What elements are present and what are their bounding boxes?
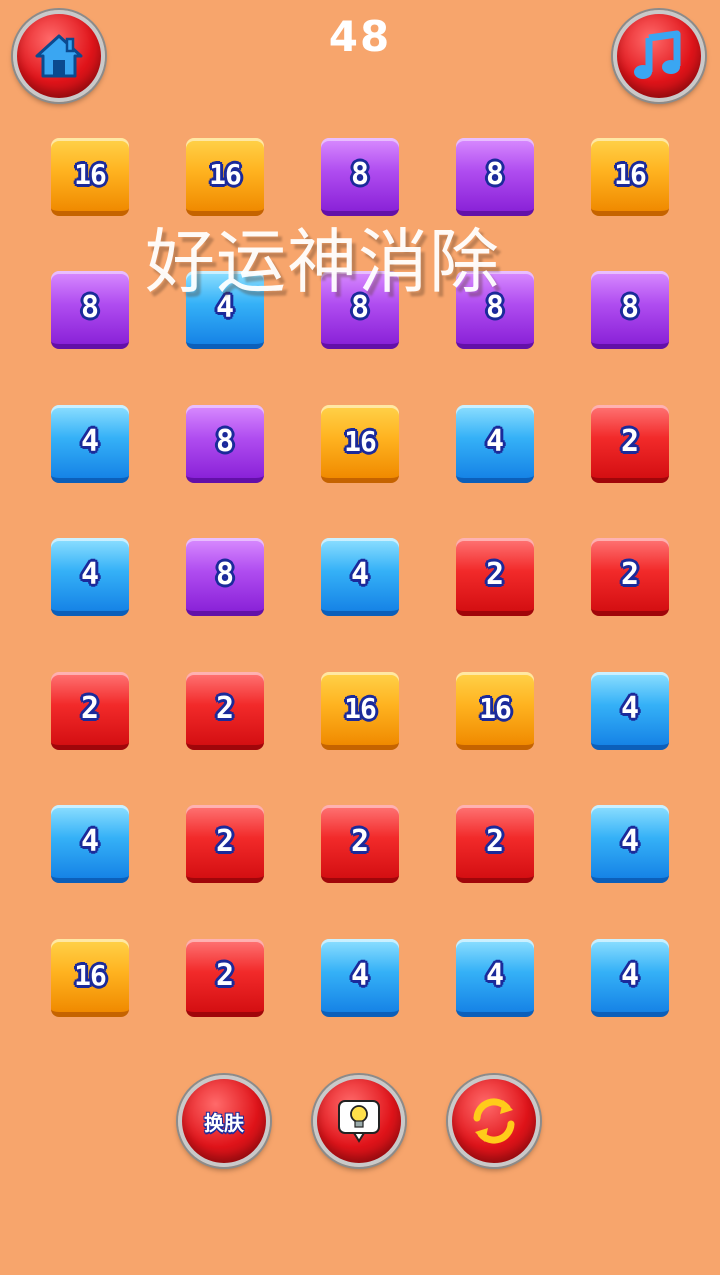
tile-value: 2 <box>485 557 505 592</box>
tile-value: 16 <box>479 692 512 725</box>
tile-2[interactable]: 2 <box>186 672 264 750</box>
tile-2[interactable]: 2 <box>456 538 534 616</box>
tile-16[interactable]: 16 <box>321 405 399 483</box>
tile-value: 2 <box>620 424 640 459</box>
tile-16[interactable]: 16 <box>591 138 669 216</box>
change-skin-label: 换肤 <box>204 1110 244 1135</box>
tile-value: 8 <box>215 424 235 459</box>
tile-2[interactable]: 2 <box>186 805 264 883</box>
tile-value: 4 <box>350 557 370 592</box>
tile-value: 4 <box>485 958 505 993</box>
tile-8[interactable]: 8 <box>456 271 534 349</box>
tile-value: 4 <box>620 958 640 993</box>
tile-value: 8 <box>80 290 100 325</box>
tile-value: 4 <box>620 691 640 726</box>
tile-2[interactable]: 2 <box>186 939 264 1017</box>
tile-value: 8 <box>215 557 235 592</box>
tile-4[interactable]: 4 <box>51 538 129 616</box>
tile-4[interactable]: 4 <box>321 939 399 1017</box>
tile-16[interactable]: 16 <box>456 672 534 750</box>
refresh-button[interactable] <box>448 1075 540 1167</box>
tile-value: 4 <box>215 290 235 325</box>
tile-16[interactable]: 16 <box>186 138 264 216</box>
tile-4[interactable]: 4 <box>591 939 669 1017</box>
tile-value: 2 <box>485 824 505 859</box>
lightbulb-icon <box>338 1100 380 1143</box>
tile-value: 16 <box>614 158 647 191</box>
game-board: 16 16 8 8 16 8 4 8 8 8 4 8 16 4 2 4 8 4 2 2 2 2 16 16 4 4 2 2 2 4 16 2 4… <box>0 0 720 1050</box>
tile-4[interactable]: 4 <box>321 538 399 616</box>
tile-value: 4 <box>80 424 100 459</box>
tile-4[interactable]: 4 <box>51 805 129 883</box>
tile-8[interactable]: 8 <box>591 271 669 349</box>
tile-16[interactable]: 16 <box>321 672 399 750</box>
tile-2[interactable]: 2 <box>591 538 669 616</box>
tile-4[interactable]: 4 <box>591 805 669 883</box>
tile-4[interactable]: 4 <box>591 672 669 750</box>
tile-value: 2 <box>80 691 100 726</box>
refresh-arrows-icon <box>473 1098 515 1144</box>
tile-4[interactable]: 4 <box>186 271 264 349</box>
tile-value: 16 <box>74 158 107 191</box>
tile-value: 2 <box>215 824 235 859</box>
tile-value: 4 <box>620 824 640 859</box>
tile-8[interactable]: 8 <box>456 138 534 216</box>
tile-value: 2 <box>350 824 370 859</box>
tile-value: 8 <box>350 290 370 325</box>
tile-4[interactable]: 4 <box>51 405 129 483</box>
tile-value: 8 <box>350 157 370 192</box>
tile-value: 2 <box>620 557 640 592</box>
tile-value: 16 <box>209 158 242 191</box>
tile-value: 16 <box>344 425 377 458</box>
tile-value: 4 <box>80 557 100 592</box>
hint-button[interactable] <box>313 1075 405 1167</box>
tile-value: 4 <box>350 958 370 993</box>
tile-2[interactable]: 2 <box>591 405 669 483</box>
tile-value: 16 <box>344 692 377 725</box>
tile-value: 8 <box>620 290 640 325</box>
tile-8[interactable]: 8 <box>186 538 264 616</box>
tile-value: 8 <box>485 157 505 192</box>
tile-2[interactable]: 2 <box>456 805 534 883</box>
tile-value: 8 <box>485 290 505 325</box>
tile-16[interactable]: 16 <box>51 939 129 1017</box>
change-skin-button[interactable]: 换肤 <box>178 1075 270 1167</box>
tile-value: 2 <box>215 691 235 726</box>
tile-8[interactable]: 8 <box>321 138 399 216</box>
tile-2[interactable]: 2 <box>321 805 399 883</box>
tile-value: 4 <box>485 424 505 459</box>
tile-value: 16 <box>74 959 107 992</box>
tile-8[interactable]: 8 <box>186 405 264 483</box>
tile-value: 2 <box>215 958 235 993</box>
tile-16[interactable]: 16 <box>51 138 129 216</box>
tile-2[interactable]: 2 <box>51 672 129 750</box>
tile-4[interactable]: 4 <box>456 939 534 1017</box>
tile-value: 4 <box>80 824 100 859</box>
tile-8[interactable]: 8 <box>51 271 129 349</box>
tile-4[interactable]: 4 <box>456 405 534 483</box>
tile-8[interactable]: 8 <box>321 271 399 349</box>
